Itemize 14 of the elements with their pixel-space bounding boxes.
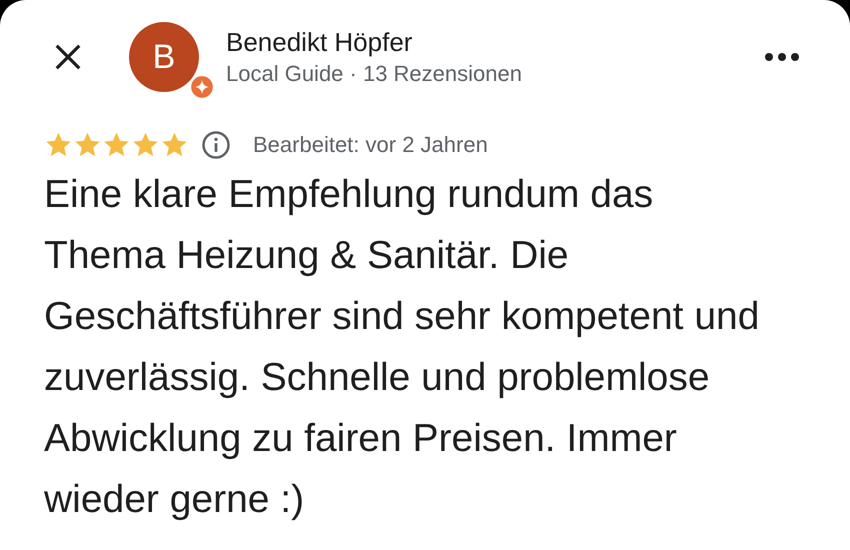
edited-date: Bearbeitet: vor 2 Jahren: [253, 132, 488, 158]
more-icon[interactable]: [764, 52, 800, 62]
avatar[interactable]: B: [129, 22, 199, 92]
star-icon: [102, 131, 131, 159]
reviewer-subtitle: Local Guide · 13 Rezensionen: [226, 61, 523, 87]
star-icon: [160, 131, 189, 159]
avatar-initial: B: [152, 38, 176, 76]
close-icon[interactable]: [53, 42, 83, 72]
info-icon[interactable]: [201, 130, 231, 160]
star-icon: [44, 131, 73, 159]
reviewer-name[interactable]: Benedikt Höpfer: [226, 27, 764, 58]
star-icon: [73, 131, 102, 159]
review-text: Eine klare Empfehlung rundum das Thema Heizung & Sanitär. Die Geschäftsführer sind sehr kompetent und zuverlässig. Schnelle und problemlose Abwicklung zu fairen Preisen. Immer wieder gerne :): [44, 172, 760, 523]
star-icon: [131, 131, 160, 159]
